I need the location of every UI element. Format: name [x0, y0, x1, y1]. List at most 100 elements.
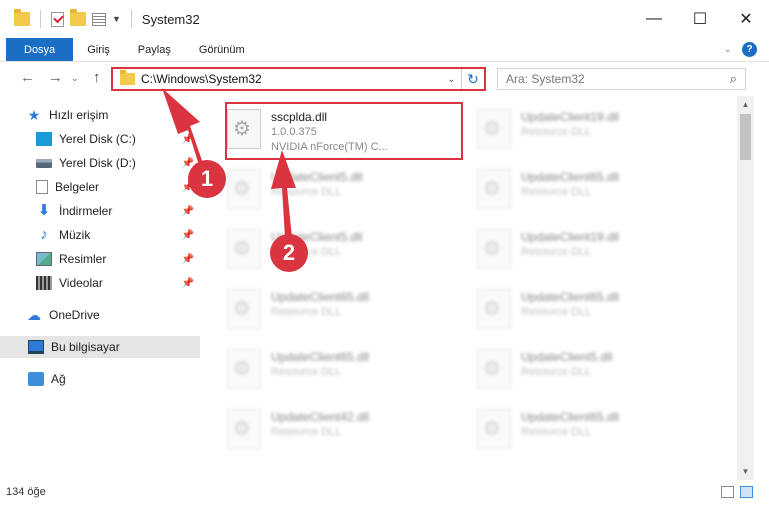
file-item[interactable]: UpdateClient19.dll Resource DLL [455, 102, 705, 156]
sidebar-item-label: Belgeler [55, 180, 100, 194]
address-dropdown-chevron-icon[interactable]: ⌄ [442, 69, 462, 89]
title-bar: ▼ System32 — ☐ ✕ [0, 0, 769, 38]
sidebar-item-network[interactable]: Ağ [28, 368, 200, 390]
file-name: UpdateClient65.dll [521, 410, 620, 424]
ribbon-right-controls: ⌄ ? [724, 42, 757, 57]
file-item-sscplda[interactable]: sscplda.dll 1.0.0.375 NVIDIA nForce(TM) … [205, 102, 455, 156]
cloud-icon: ☁ [27, 307, 41, 323]
folder-icon [120, 70, 135, 85]
file-item[interactable]: UpdateClient65.dll Resource DLL [455, 282, 705, 336]
file-item[interactable]: UpdateClient42.dll Resource DLL [205, 402, 455, 456]
file-item[interactable]: UpdateClient5.dllResource DLL [205, 162, 455, 216]
sidebar-item-videos[interactable]: Videolar 📌 [36, 272, 200, 294]
recent-locations-chevron-icon[interactable]: ⌄ [71, 73, 79, 84]
pin-icon[interactable]: 📌 [182, 278, 194, 289]
address-bar[interactable]: C:\Windows\System32 ⌄ ↻ [111, 67, 486, 91]
sidebar-item-onedrive[interactable]: ☁ OneDrive [26, 304, 200, 326]
sidebar-item-label: OneDrive [49, 308, 100, 322]
sidebar-item-local-disk-c[interactable]: Yerel Disk (C:) 📌 [36, 128, 200, 150]
file-name: UpdateClient19.dll [521, 110, 620, 124]
address-path[interactable]: C:\Windows\System32 [141, 72, 442, 86]
item-count: 134 öğe [6, 486, 46, 498]
view-options-icon[interactable] [92, 12, 106, 26]
file-item[interactable]: UpdateClient5.dllResource DLL [205, 222, 455, 276]
callout-badge-2: 2 [270, 234, 308, 272]
vertical-scrollbar[interactable]: ▲ ▼ [737, 96, 754, 480]
details-view-icon[interactable] [721, 486, 734, 498]
dll-file-icon [227, 409, 261, 449]
sidebar-item-this-pc[interactable]: Bu bilgisayar [0, 336, 200, 358]
sidebar-item-music[interactable]: ♪ Müzik 📌 [36, 224, 200, 246]
customize-toolbar-chevron-icon[interactable]: ▼ [112, 14, 121, 24]
sidebar-item-quick-access[interactable]: ★ Hızlı erişim [26, 104, 200, 126]
sidebar-item-label: Yerel Disk (D:) [59, 156, 136, 170]
file-type: Resource DLL [521, 126, 592, 138]
sidebar-item-local-disk-d[interactable]: Yerel Disk (D:) 📌 [36, 152, 200, 174]
pin-icon[interactable]: 📌 [182, 134, 194, 145]
file-name: UpdateClient65.dll [521, 170, 620, 184]
dll-file-icon [477, 109, 511, 149]
file-name: UpdateClient65.dll [271, 290, 370, 304]
toolbar-divider [130, 10, 132, 28]
back-button[interactable]: ← [20, 69, 35, 86]
videos-icon [36, 276, 52, 290]
expand-ribbon-chevron-icon[interactable]: ⌄ [724, 44, 732, 55]
dll-file-icon [477, 409, 511, 449]
file-item[interactable]: UpdateClient65.dll Resource DLL [455, 402, 705, 456]
file-item[interactable]: UpdateClient65.dll Resource DLL [455, 162, 705, 216]
search-placeholder: Ara: System32 [506, 72, 585, 86]
tab-file[interactable]: Dosya [6, 38, 74, 61]
dll-file-icon [477, 349, 511, 389]
file-version: 1.0.0.375 [271, 126, 317, 138]
sidebar-item-label: Videolar [59, 276, 103, 290]
pin-icon[interactable]: 📌 [182, 230, 194, 241]
file-name: UpdateClient65.dll [521, 290, 620, 304]
tiles-view-icon[interactable] [740, 486, 753, 498]
forward-button[interactable]: → [48, 69, 63, 86]
file-item[interactable]: UpdateClient65.dll Resource DLL [205, 342, 455, 396]
callout-badge-1: 1 [188, 160, 226, 198]
dll-file-icon [227, 349, 261, 389]
help-icon[interactable]: ? [742, 42, 757, 57]
tab-home[interactable]: Giriş [73, 38, 124, 61]
sidebar-item-label: Bu bilgisayar [51, 340, 120, 354]
scrollbar-thumb[interactable] [740, 114, 751, 160]
tab-view[interactable]: Görünüm [185, 38, 259, 61]
file-item[interactable]: UpdateClient5.dllResource DLL [455, 342, 705, 396]
properties-check-icon[interactable] [51, 11, 64, 27]
network-icon [28, 372, 44, 386]
search-input[interactable]: Ara: System32 ⌕ [497, 68, 746, 90]
scroll-down-arrow-icon[interactable]: ▼ [737, 463, 754, 480]
tab-share[interactable]: Paylaş [124, 38, 185, 61]
new-folder-icon[interactable] [70, 9, 86, 26]
quick-access-toolbar: ▼ [0, 9, 136, 28]
close-button[interactable]: ✕ [723, 0, 769, 38]
file-item[interactable]: UpdateClient19.dll Resource DLL [455, 222, 705, 276]
minimize-button[interactable]: — [631, 0, 677, 38]
file-name: sscplda.dll [271, 110, 328, 124]
file-type: Resource DLL [521, 306, 592, 318]
window-title: System32 [141, 11, 200, 27]
file-item[interactable]: UpdateClient65.dll Resource DLL [205, 282, 455, 336]
sidebar-item-pictures[interactable]: Resimler 📌 [36, 248, 200, 270]
file-type: Resource DLL [271, 186, 342, 198]
star-icon: ★ [27, 107, 41, 123]
up-button[interactable]: ↑ [93, 69, 101, 86]
file-type: Resource DLL [521, 426, 592, 438]
computer-icon [28, 340, 44, 354]
file-name: UpdateClient42.dll [271, 410, 370, 424]
pictures-icon [36, 252, 52, 266]
dll-file-icon [227, 289, 261, 329]
pin-icon[interactable]: 📌 [182, 206, 194, 217]
file-type: Resource DLL [521, 186, 592, 198]
refresh-icon[interactable]: ↻ [462, 71, 484, 88]
file-name: UpdateClient5.dll [521, 350, 613, 364]
scroll-up-arrow-icon[interactable]: ▲ [737, 96, 754, 113]
sidebar-item-downloads[interactable]: ⬇ İndirmeler 📌 [36, 200, 200, 222]
status-bar: 134 öğe [0, 480, 769, 504]
file-type: Resource DLL [271, 306, 342, 318]
maximize-button[interactable]: ☐ [677, 0, 723, 38]
music-icon: ♪ [40, 226, 48, 243]
sidebar-item-documents[interactable]: Belgeler 📌 [36, 176, 200, 198]
pin-icon[interactable]: 📌 [182, 254, 194, 265]
